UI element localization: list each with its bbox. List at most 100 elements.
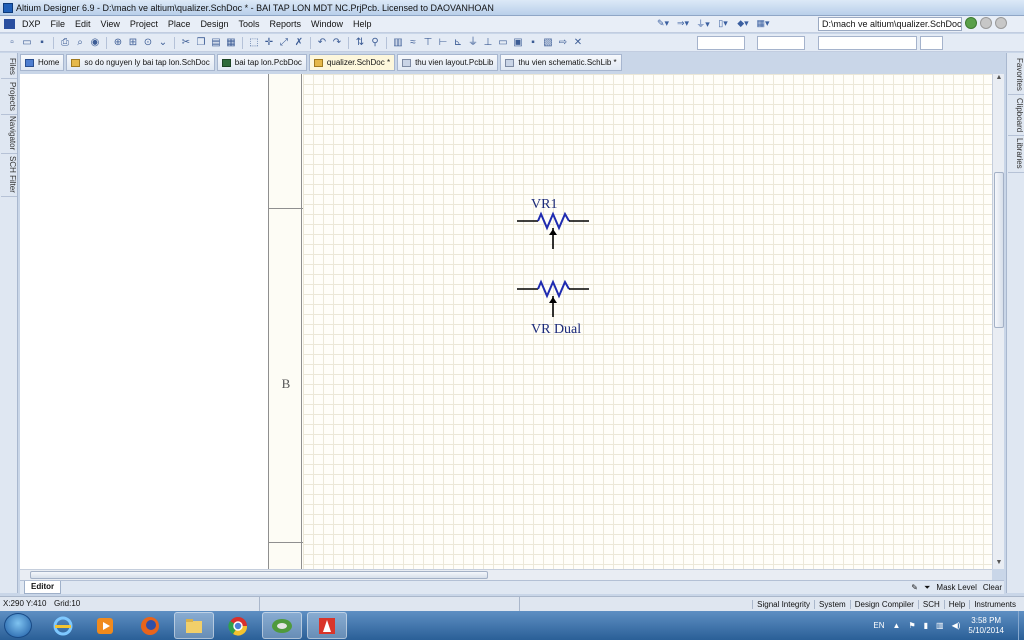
tab-thu-vien-schematic[interactable]: thu vien schematic.SchLib * (500, 54, 622, 71)
back-icon[interactable] (965, 17, 977, 29)
tab-so-do-nguyen-ly[interactable]: so do nguyen ly bai tap lon.SchDoc (66, 54, 215, 71)
help-button[interactable]: Help (943, 599, 969, 609)
place-part-icon[interactable]: ▭ (497, 37, 509, 49)
toolbar-combo-2[interactable] (757, 36, 805, 50)
hierarchy-icon[interactable]: ⇅ (354, 37, 366, 49)
panel-tab-clipboard[interactable]: Clipboard (1008, 95, 1024, 137)
mask-level-button[interactable]: Mask Level (936, 583, 976, 592)
document-path-field[interactable]: D:\mach ve altium\qualizer.SchDoc (818, 17, 962, 31)
scroll-down-icon[interactable]: ▼ (993, 559, 1005, 569)
menu-view[interactable]: View (96, 19, 125, 29)
place-ground-icon[interactable]: ⏚ (467, 37, 479, 49)
toolbar-combo-4[interactable] (920, 36, 943, 50)
undo-icon[interactable]: ↶ (316, 37, 328, 49)
component-vr1[interactable]: VR1 (517, 197, 589, 249)
place-no-erc-icon[interactable]: ✕ (572, 37, 584, 49)
firefox-icon[interactable] (130, 612, 170, 639)
place-vcc-icon[interactable]: ⊥ (482, 37, 494, 49)
panel-tab-projects[interactable]: Projects (1, 79, 17, 115)
paste-icon[interactable]: ▤ (210, 37, 222, 49)
open-folder-icon[interactable]: ▭ (21, 37, 33, 49)
menu-place[interactable]: Place (163, 19, 196, 29)
language-indicator[interactable]: EN (873, 621, 884, 630)
tab-thu-vien-layout[interactable]: thu vien layout.PcbLib (397, 54, 499, 71)
place-sheet-symbol-icon[interactable]: ▣ (512, 37, 524, 49)
network-icon[interactable]: ▥ (936, 621, 944, 630)
show-desktop-button[interactable] (1018, 611, 1024, 640)
clock[interactable]: 3:58 PM 5/10/2014 (968, 616, 1004, 636)
menu-edit[interactable]: Edit (70, 19, 96, 29)
media-player-icon[interactable] (85, 612, 125, 639)
panel-tab-navigator[interactable]: Navigator (1, 113, 17, 155)
tab-home[interactable]: Home (20, 54, 65, 71)
schematic-editor[interactable]: B VR1 VR Dual (20, 74, 992, 569)
port-tool-icon[interactable]: ⇒▾ (675, 17, 691, 30)
panel-tab-libraries[interactable]: Libraries (1008, 135, 1024, 173)
device-sheet-icon[interactable]: ◉ (89, 37, 101, 49)
cut-icon[interactable]: ✂ (180, 37, 192, 49)
redo-icon[interactable]: ↷ (331, 37, 343, 49)
menu-help[interactable]: Help (348, 19, 377, 29)
tab-bai-tap-lon-pcb[interactable]: bai tap lon.PcbDoc (216, 54, 307, 71)
place-device-sheet-icon[interactable]: ▧ (542, 37, 554, 49)
clear-filter-icon[interactable]: ✗ (293, 37, 305, 49)
new-file-icon[interactable]: ▫ (6, 37, 18, 49)
vertical-scrollbar[interactable]: ▲ ▼ (992, 74, 1004, 569)
schematic-canvas[interactable]: VR1 VR Dual (20, 74, 992, 569)
tray-expand-icon[interactable]: ▲ (893, 621, 901, 630)
place-sheet-entry-icon[interactable]: ▪ (527, 37, 539, 49)
deselect-icon[interactable]: ⤢ (278, 37, 290, 49)
component-vr-dual[interactable]: VR Dual (517, 279, 589, 337)
menu-design[interactable]: Design (195, 19, 233, 29)
toolbar-combo-3[interactable] (818, 36, 917, 50)
volume-icon[interactable]: ◀) (952, 621, 961, 630)
battery-icon[interactable]: ▮ (924, 621, 928, 630)
altium-icon[interactable] (262, 612, 302, 639)
rubber-stamp-icon[interactable]: ▦ (225, 37, 237, 49)
grid-tool-icon[interactable]: ▦▾ (755, 17, 771, 30)
menu-window[interactable]: Window (306, 19, 348, 29)
browse-library-icon[interactable]: ▥ (392, 37, 404, 49)
office-icon[interactable] (307, 612, 347, 639)
panel-tab-favorites[interactable]: Favorites (1008, 55, 1024, 95)
place-wire-icon[interactable]: ≈ (407, 37, 419, 49)
design-compiler-button[interactable]: Design Compiler (849, 599, 918, 609)
file-explorer-icon[interactable] (174, 612, 214, 639)
internet-explorer-icon[interactable] (43, 612, 83, 639)
panel-tab-files[interactable]: Files (1, 55, 17, 79)
place-bus-entry-icon[interactable]: ⊢ (437, 37, 449, 49)
horizontal-scrollbar[interactable] (20, 569, 992, 580)
copy-icon[interactable]: ❐ (195, 37, 207, 49)
scroll-up-icon[interactable]: ▲ (993, 74, 1005, 84)
zoom-dropdown-icon[interactable]: ⌄ (157, 37, 169, 49)
zoom-fit-icon[interactable]: ⊕ (112, 37, 124, 49)
place-bus-icon[interactable]: ⊤ (422, 37, 434, 49)
print-preview-icon[interactable]: ⌕ (74, 37, 86, 49)
select-area-icon[interactable]: ⬚ (248, 37, 260, 49)
wire-tool-icon[interactable]: ✎▾ (655, 17, 671, 30)
tab-qualizer[interactable]: qualizer.SchDoc * (308, 54, 396, 71)
system-button[interactable]: System (814, 599, 850, 609)
cross-probe-icon[interactable]: ⚲ (369, 37, 381, 49)
move-icon[interactable]: ✛ (263, 37, 275, 49)
home-nav-icon[interactable] (995, 17, 1007, 29)
toolbar-combo-1[interactable] (697, 36, 745, 50)
menu-reports[interactable]: Reports (264, 19, 306, 29)
diamond-tool-icon[interactable]: ◆▾ (735, 17, 751, 30)
menu-project[interactable]: Project (125, 19, 163, 29)
chrome-icon[interactable] (218, 612, 258, 639)
instruments-button[interactable]: Instruments (969, 599, 1020, 609)
forward-icon[interactable] (980, 17, 992, 29)
menu-tools[interactable]: Tools (233, 19, 264, 29)
zoom-area-icon[interactable]: ⊞ (127, 37, 139, 49)
panel-tab-sch-filter[interactable]: SCH Filter (1, 153, 17, 197)
tab-editor[interactable]: Editor (24, 581, 62, 594)
save-icon[interactable]: ▪ (36, 37, 48, 49)
zoom-selected-icon[interactable]: ⊙ (142, 37, 154, 49)
start-button[interactable] (4, 613, 32, 638)
vertical-scroll-thumb[interactable] (994, 172, 1004, 328)
mask-brush-icon[interactable]: ✎ (911, 583, 918, 592)
part-tool-icon[interactable]: ▯▾ (715, 17, 731, 30)
place-net-label-icon[interactable]: ⊾ (452, 37, 464, 49)
clear-button[interactable]: Clear (983, 583, 1002, 592)
